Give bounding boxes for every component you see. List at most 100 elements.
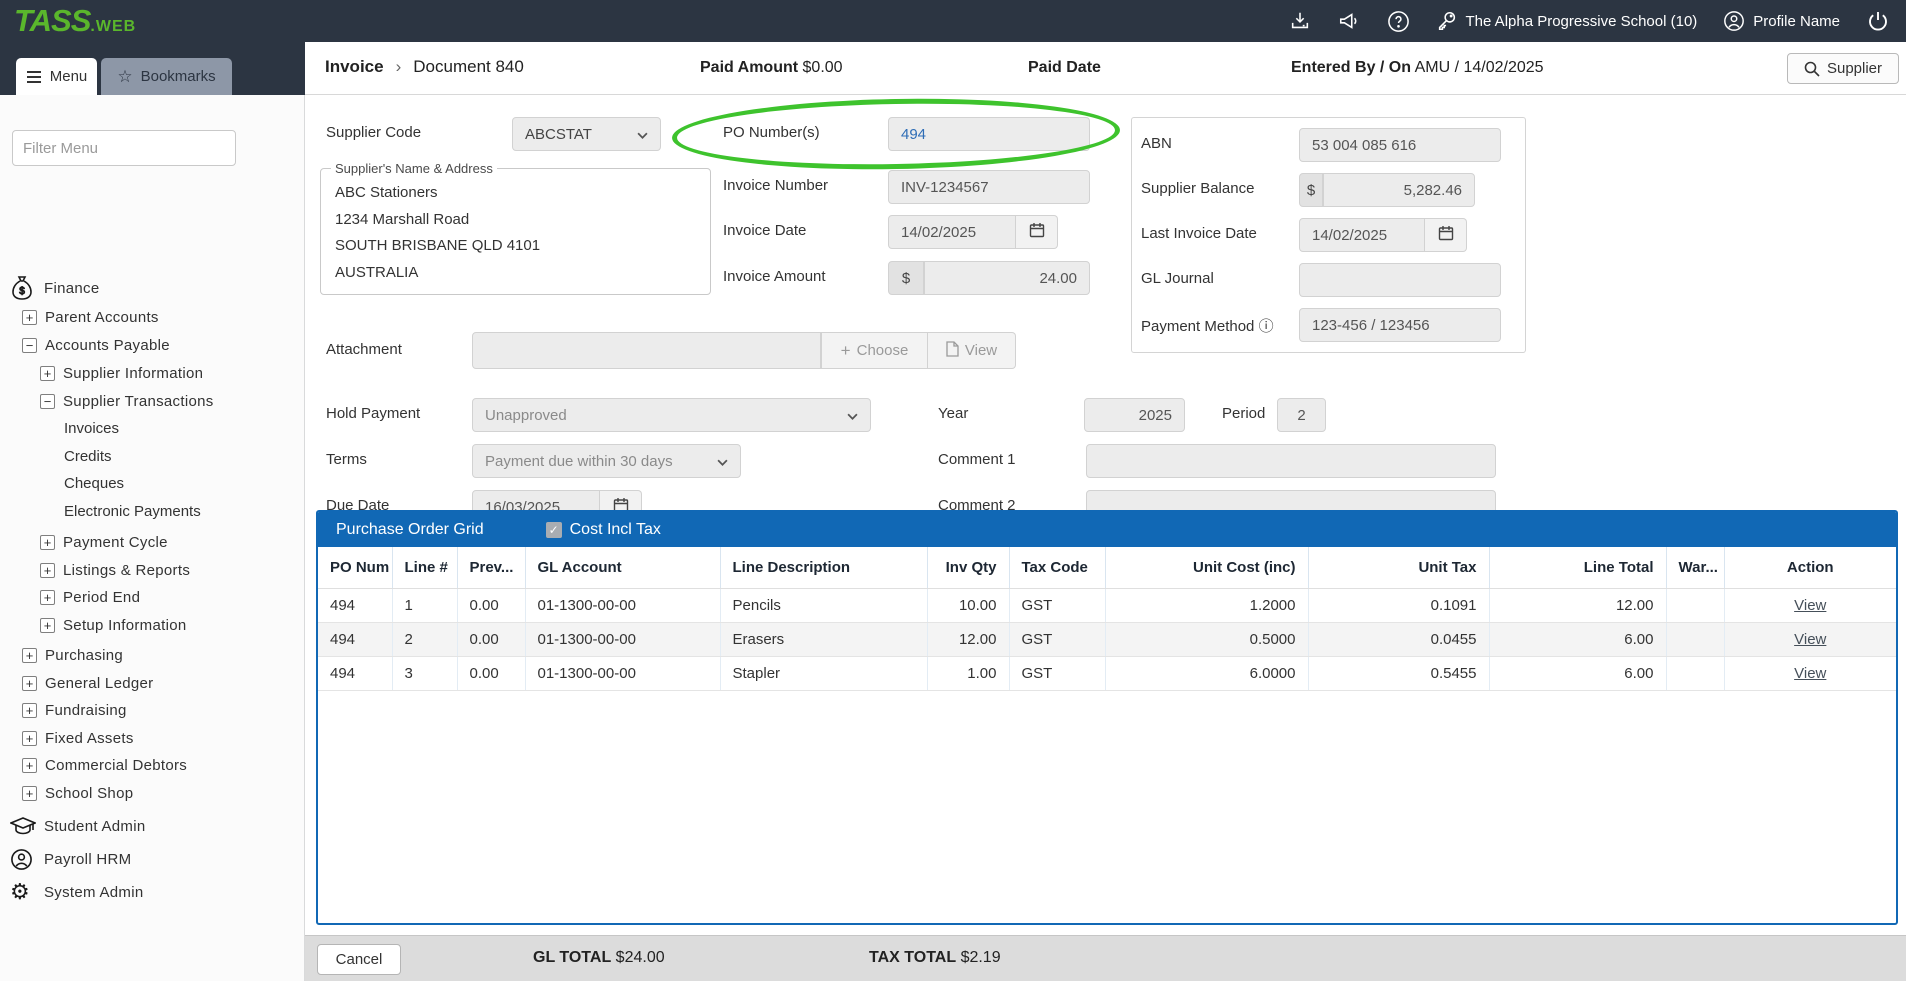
supplier-button[interactable]: Supplier [1787,53,1899,84]
expand-plus-icon[interactable]: + [22,786,37,801]
sidebar-item-accounts-payable[interactable]: − Accounts Payable [0,333,304,357]
purchase-order-table: PO Num Line # Prev... GL Account Line De… [318,547,1896,691]
attachment-choose-button[interactable]: Choose [821,332,928,369]
sidebar-item-invoices[interactable]: Invoices [0,416,304,440]
col-unit-cost: Unit Cost (inc) [1105,547,1308,588]
tab-menu[interactable]: Menu [16,58,97,95]
collapse-minus-icon[interactable]: − [22,338,37,353]
gl-total-value: $24.00 [616,949,665,966]
col-inv-qty: Inv Qty [927,547,1009,588]
sidebar-item-supplier-transactions[interactable]: − Supplier Transactions [0,389,304,413]
sidebar-item-school-shop[interactable]: + School Shop [0,781,304,805]
sidebar-item-credits[interactable]: Credits [0,444,304,468]
attachment-view-button[interactable]: View [928,332,1016,369]
sidebar-item-payment-cycle[interactable]: + Payment Cycle [0,530,304,554]
paid-amount: Paid Amount $0.00 [700,59,843,77]
logout-power-icon[interactable] [1866,9,1890,33]
sidebar-item-system-admin[interactable]: System Admin [0,880,304,904]
school-name: The Alpha Progressive School (10) [1466,13,1698,30]
invoice-date-input[interactable]: 14/02/2025 [888,215,1016,249]
expand-plus-icon[interactable]: + [22,703,37,718]
sidebar-item-period-end[interactable]: + Period End [0,585,304,609]
supplier-info-panel: ABN 53 004 085 616 Supplier Balance $ 5,… [1131,117,1526,353]
supplier-address-line: ABC Stationers [335,180,696,207]
sidebar-item-commercial-debtors[interactable]: + Commercial Debtors [0,753,304,777]
download-icon[interactable] [1289,10,1311,32]
sidebar-item-supplier-information[interactable]: + Supplier Information [0,361,304,385]
supplier-balance-currency: $ [1299,173,1323,207]
invoice-date-label: Invoice Date [723,222,806,239]
sidebar-item-electronic-payments[interactable]: Electronic Payments [0,499,304,523]
sidebar-item-parent-accounts[interactable]: + Parent Accounts [0,305,304,329]
sidebar-item-payroll-hrm[interactable]: Payroll HRM [0,847,304,871]
info-icon[interactable] [1259,318,1274,335]
supplier-code-select[interactable]: ABCSTAT [512,117,661,151]
announcements-icon[interactable] [1337,10,1361,32]
expand-plus-icon[interactable]: + [22,676,37,691]
profile-menu[interactable]: Profile Name [1723,10,1840,32]
profile-name: Profile Name [1753,13,1840,30]
supplier-code-label: Supplier Code [326,124,421,141]
cost-incl-tax-checkbox[interactable] [546,522,562,538]
expand-plus-icon[interactable]: + [22,758,37,773]
year-input: 2025 [1084,398,1185,432]
topbar-actions: The Alpha Progressive School (10) Profil… [1289,0,1891,42]
tass-web-logo[interactable]: TASS.WEB [14,3,136,39]
paid-amount-value: $0.00 [803,59,843,76]
expand-plus-icon[interactable]: + [22,648,37,663]
invoice-amount-label: Invoice Amount [723,268,826,285]
help-icon[interactable] [1387,10,1410,33]
filter-menu-input[interactable] [12,130,236,166]
sidebar-item-setup-information[interactable]: + Setup Information [0,613,304,637]
sidebar-item-purchasing[interactable]: + Purchasing [0,643,304,667]
expand-plus-icon[interactable]: + [40,535,55,550]
tab-bookmarks[interactable]: Bookmarks [101,58,232,95]
hold-payment-select[interactable]: Unapproved [472,398,871,432]
supplier-balance-label: Supplier Balance [1141,180,1254,197]
school-selector[interactable]: The Alpha Progressive School (10) [1436,10,1698,32]
sidebar-item-fixed-assets[interactable]: + Fixed Assets [0,726,304,750]
last-invoice-date-calendar-button[interactable] [1425,218,1467,252]
expand-plus-icon[interactable]: + [22,310,37,325]
expand-plus-icon[interactable]: + [40,366,55,381]
collapse-minus-icon[interactable]: − [40,394,55,409]
view-line-link[interactable]: View [1794,665,1826,682]
view-line-link[interactable]: View [1794,597,1826,614]
attachment-label: Attachment [326,341,402,358]
terms-select[interactable]: Payment due within 30 days [472,444,741,478]
tab-bookmarks-label: Bookmarks [141,68,216,85]
invoice-date-calendar-button[interactable] [1016,215,1058,249]
sidebar-item-general-ledger[interactable]: + General Ledger [0,671,304,695]
view-line-link[interactable]: View [1794,631,1826,648]
expand-plus-icon[interactable]: + [40,563,55,578]
expand-plus-icon[interactable]: + [22,731,37,746]
last-invoice-date-value: 14/02/2025 [1299,218,1425,252]
svg-text:$: $ [19,286,25,297]
invoice-number-input: INV-1234567 [888,170,1090,204]
cancel-button[interactable]: Cancel [317,944,401,975]
sidebar-item-listings-reports[interactable]: + Listings & Reports [0,558,304,582]
expand-plus-icon[interactable]: + [40,618,55,633]
sidebar-item-cheques[interactable]: Cheques [0,471,304,495]
supplier-button-label: Supplier [1827,60,1882,77]
table-row: 494 3 0.00 01-1300-00-00 Stapler 1.00 GS… [318,656,1896,690]
supplier-address-legend: Supplier's Name & Address [331,161,497,176]
sidebar-item-student-admin[interactable]: Student Admin [0,814,304,838]
supplier-balance-value: 5,282.46 [1323,173,1475,207]
sidebar-item-fundraising[interactable]: + Fundraising [0,698,304,722]
entered-by-label: Entered By / On [1291,59,1411,76]
col-line-description: Line Description [720,547,927,588]
breadcrumb-invoice[interactable]: Invoice [325,57,384,77]
comment1-input[interactable] [1086,444,1496,478]
key-icon [1436,10,1458,32]
supplier-address-line: AUSTRALIA [335,260,696,287]
paid-date-label: Paid Date [1028,59,1101,76]
tax-total: TAX TOTAL $2.19 [869,949,1001,967]
col-action: Action [1724,547,1896,588]
sidebar-item-finance[interactable]: $ Finance [0,276,304,300]
period-label: Period [1222,405,1265,422]
hold-payment-label: Hold Payment [326,405,420,422]
expand-plus-icon[interactable]: + [40,590,55,605]
po-numbers-input[interactable]: 494 [888,117,1090,151]
abn-value: 53 004 085 616 [1299,128,1501,162]
